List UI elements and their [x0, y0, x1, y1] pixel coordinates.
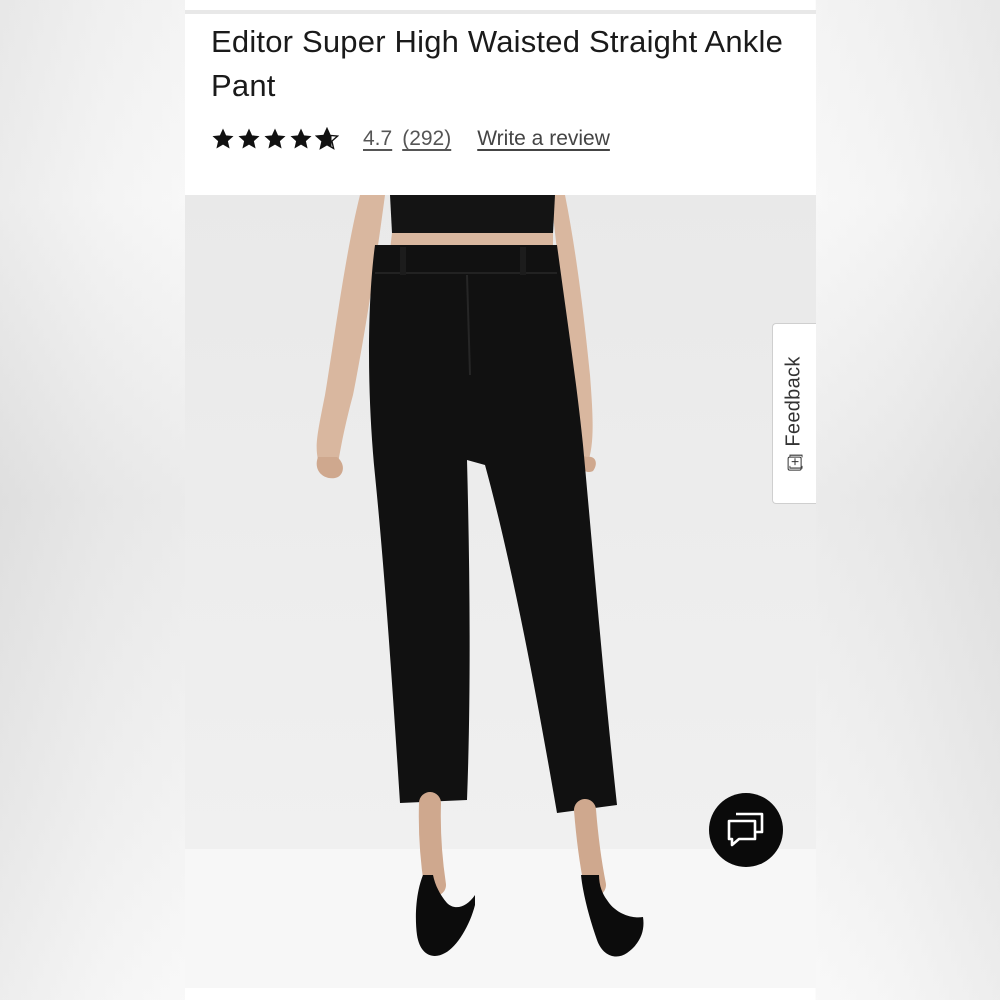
background-blur-right [816, 0, 1000, 1000]
top-divider [185, 10, 816, 14]
rating-row: 4.7 (292) Write a review [211, 122, 610, 156]
star-icon [290, 128, 312, 149]
chat-button[interactable] [709, 793, 783, 867]
product-photo[interactable] [185, 195, 816, 988]
star-icon [264, 128, 286, 149]
star-icon [238, 128, 260, 149]
background-blur-left [0, 0, 185, 1000]
star-icon [212, 128, 234, 149]
star-rating[interactable] [211, 127, 341, 151]
pants-illustration [185, 195, 816, 988]
product-title: Editor Super High Waisted Straight Ankle… [211, 24, 784, 103]
feedback-tab[interactable]: [+] Feedback [772, 323, 816, 504]
star-half-icon [315, 127, 339, 150]
rating-value[interactable]: 4.7 [363, 127, 392, 151]
feedback-label: Feedback [783, 356, 806, 447]
chat-bubbles-icon [727, 812, 764, 847]
write-review-link[interactable]: Write a review [477, 127, 610, 151]
feedback-plus-icon: [+] [786, 453, 803, 471]
review-count[interactable]: (292) [402, 127, 451, 151]
